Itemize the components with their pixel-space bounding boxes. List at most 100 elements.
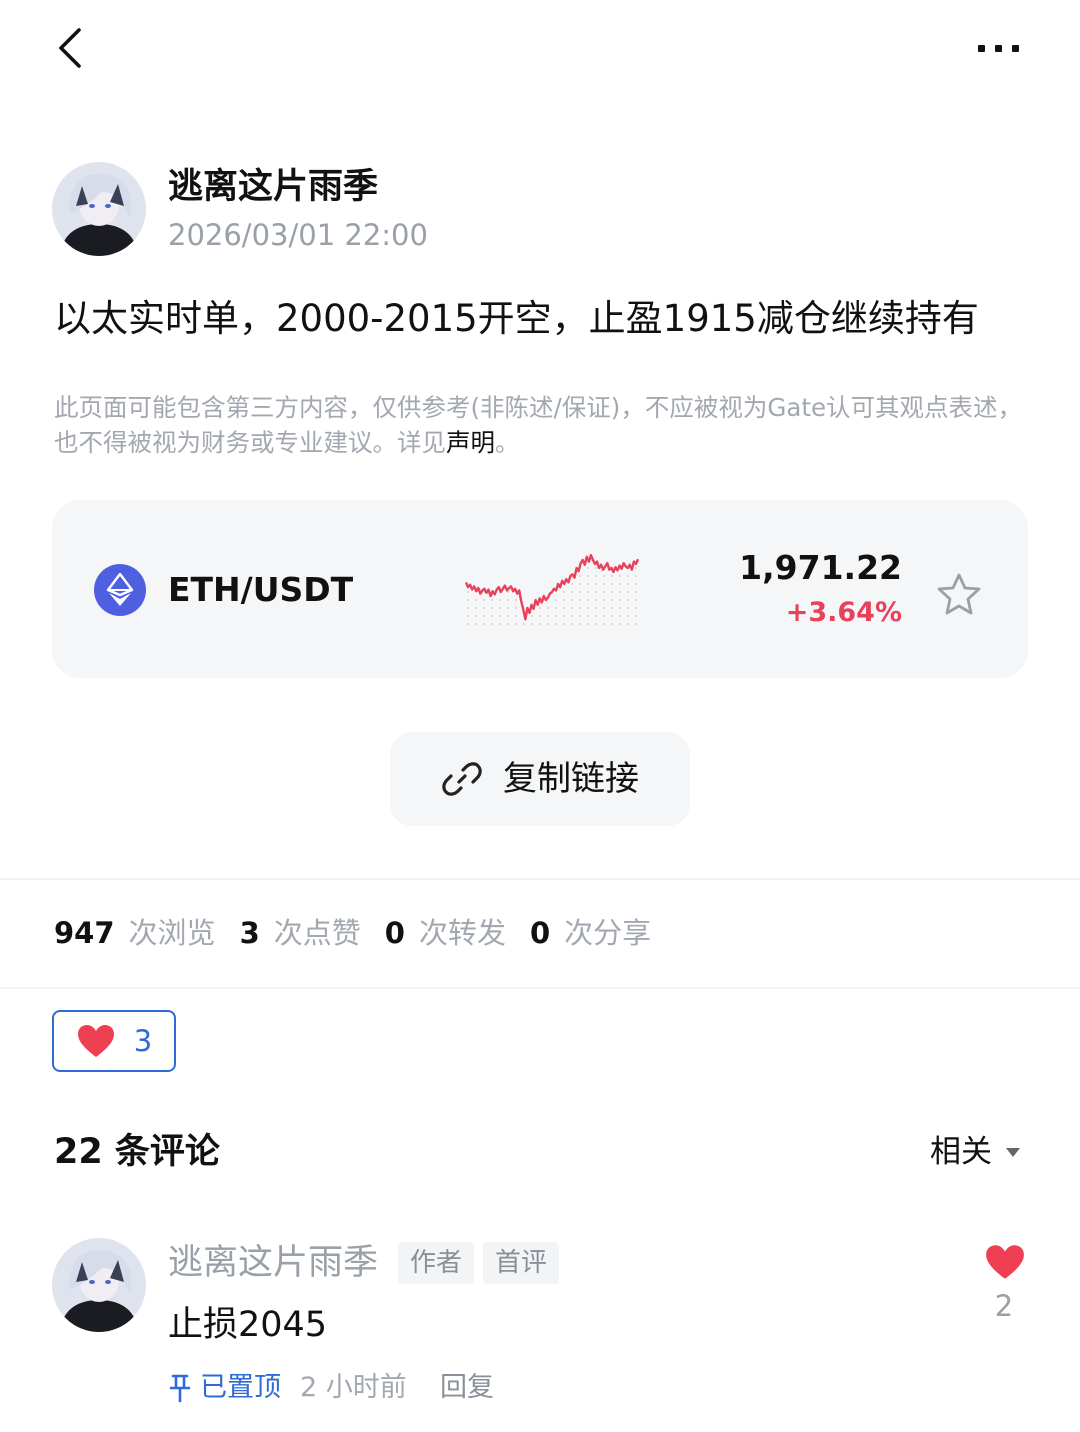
link-icon [442,762,482,796]
sparkline-dot [539,607,541,609]
copy-link-label: 复制链接 [503,759,639,799]
views-label: 次浏览 [128,916,216,950]
views-count: 947 [54,916,115,950]
sparkline-dot [595,607,597,609]
sparkline-dot [571,591,573,593]
sparkline-dot [499,599,501,601]
sparkline-dot [475,599,477,601]
like-reaction-button[interactable]: 3 [52,1010,176,1072]
sparkline-dot [467,599,469,601]
sparkline-dot [467,615,469,617]
sparkline-dot [579,615,581,617]
sparkline-dot [579,607,581,609]
post-stats: 947 次浏览 3 次点赞 0 次转发 0 次分享 [54,912,675,954]
sparkline-dot [547,615,549,617]
sparkline-dot [603,615,605,617]
sparkline-dot [563,615,565,617]
sparkline-dot [603,607,605,609]
sparkline-dot [507,599,509,601]
commenter-avatar[interactable] [52,1238,146,1332]
sparkline-dot [587,623,589,625]
sparkline-dot [515,599,517,601]
author-avatar[interactable] [52,162,146,256]
sparkline-dot [587,583,589,585]
pinned-indicator: 已置顶 [168,1368,281,1408]
ticker-price: 1,971.22 [739,548,902,587]
disclaimer-end: 。 [495,428,520,457]
sparkline-dot [635,615,637,617]
sparkline-dot [587,591,589,593]
sparkline-dot [491,607,493,609]
sparkline-dot [483,615,485,617]
sparkline-dot [507,623,509,625]
sparkline-dot [603,591,605,593]
sparkline-dot [603,575,605,577]
comment-like-button[interactable] [980,1240,1030,1284]
sparkline-dot [635,583,637,585]
sparkline-dot [475,607,477,609]
post-timestamp: 2026/03/01 22:00 [168,218,428,252]
sparkline-dot [595,567,597,569]
sparkline-dot [523,623,525,625]
sparkline-dot [627,615,629,617]
sparkline-dot [611,591,613,593]
heart-icon [986,1245,1024,1279]
sparkline-dot [587,599,589,601]
sort-dropdown[interactable]: 相关 [930,1130,1020,1174]
sparkline-dot [563,607,565,609]
sparkline-dot [619,599,621,601]
sparkline-dot [507,607,509,609]
sparkline-dot [579,583,581,585]
sparkline-dot [571,599,573,601]
sort-label: 相关 [930,1134,992,1170]
comment-time: 2 小时前 [300,1372,407,1403]
author-name[interactable]: 逃离这片雨季 [168,165,378,209]
ethereum-logo-icon [94,564,146,616]
sparkline-dot [579,623,581,625]
ticker-pair: ETH/USDT [168,570,354,609]
sparkline-dot [467,623,469,625]
sparkline-dot [571,615,573,617]
sparkline-dot [491,623,493,625]
price-sparkline [464,553,640,625]
sparkline-dot [483,607,485,609]
sparkline-dot [555,623,557,625]
author-tag: 作者 [398,1242,475,1284]
sparkline-dot [611,583,613,585]
caret-down-icon [1006,1147,1020,1157]
ticker-change: +3.64% [785,597,902,628]
more-options-button[interactable] [960,22,1036,74]
sparkline-dot [499,623,501,625]
pinned-label: 已置顶 [200,1372,281,1403]
sparkline-dot [611,607,613,609]
sparkline-dot [571,607,573,609]
likes-count: 3 [239,916,260,950]
disclaimer: 此页面可能包含第三方内容，仅供参考(非陈述/保证)，不应被视为Gate认可其观点… [54,390,1039,460]
commenter-name[interactable]: 逃离这片雨季 [168,1240,378,1286]
divider [0,987,1080,989]
reply-button[interactable]: 回复 [440,1368,494,1408]
sparkline-dot [635,567,637,569]
sparkline-dot [619,607,621,609]
sparkline-dot [467,607,469,609]
sparkline-dot [627,623,629,625]
sparkline-dot [603,623,605,625]
sparkline-dot [587,567,589,569]
shares-count: 0 [529,916,551,950]
sparkline-dot [547,607,549,609]
favorite-button[interactable] [930,566,988,622]
copy-link-button[interactable]: 复制链接 [390,732,690,826]
disclaimer-text: 此页面可能包含第三方内容，仅供参考(非陈述/保证)，不应被视为Gate认可其观点… [54,393,1023,457]
sparkline-dot [603,599,605,601]
more-dots-icon [977,44,985,52]
sparkline-dot [579,599,581,601]
sparkline-dot [515,607,517,609]
sparkline-dot [595,583,597,585]
pin-icon [169,1374,191,1403]
back-button[interactable] [40,18,100,78]
sparkline-dot [491,599,493,601]
sparkline-dot [611,575,613,577]
likes-label: 次点赞 [273,916,361,950]
disclaimer-link[interactable]: 声明 [446,428,495,457]
sparkline-dot [555,615,557,617]
